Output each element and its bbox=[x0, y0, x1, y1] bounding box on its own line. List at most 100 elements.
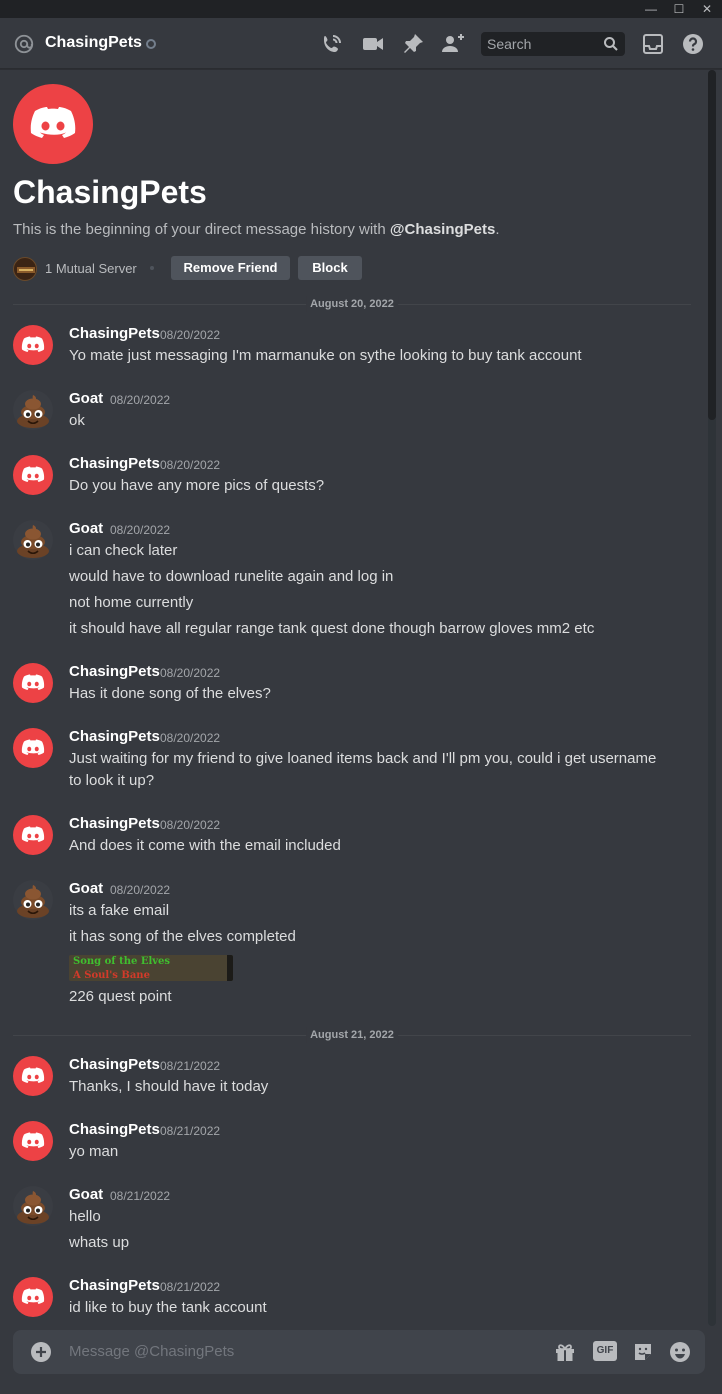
search-placeholder: Search bbox=[487, 36, 532, 52]
message-author[interactable]: Goat bbox=[69, 1184, 103, 1206]
message-text: i can check later bbox=[69, 542, 178, 559]
message-timestamp: 08/20/2022 bbox=[110, 523, 171, 537]
inbox-icon[interactable] bbox=[641, 32, 665, 56]
attachment-text: Song of the Elves bbox=[73, 956, 171, 967]
avatar[interactable] bbox=[13, 815, 53, 855]
message-author[interactable]: ChasingPets bbox=[69, 1275, 160, 1297]
message-timestamp: 08/20/2022 bbox=[160, 818, 221, 832]
message-timestamp: 08/20/2022 bbox=[160, 458, 221, 472]
discord-logo-icon bbox=[21, 826, 45, 842]
avatar[interactable] bbox=[13, 1277, 53, 1317]
message-author[interactable]: Goat bbox=[69, 388, 103, 410]
poop-emoji-icon bbox=[17, 1191, 49, 1224]
message-timestamp: 08/20/2022 bbox=[110, 883, 171, 897]
at-icon bbox=[14, 34, 34, 54]
message-text: not home currently bbox=[69, 594, 194, 611]
emoji-icon[interactable] bbox=[668, 1340, 692, 1364]
message-text: id like to buy the tank account bbox=[69, 1299, 267, 1316]
message-text: 226 quest point bbox=[69, 988, 172, 1005]
message-text: Thanks, I should have it today bbox=[69, 1078, 269, 1095]
pin-icon[interactable] bbox=[401, 32, 425, 56]
discord-logo-icon bbox=[21, 1132, 45, 1148]
close-window-button[interactable]: ✕ bbox=[693, 0, 721, 18]
sticker-icon[interactable] bbox=[631, 1340, 655, 1364]
discord-logo-icon bbox=[21, 739, 45, 755]
add-friend-icon[interactable] bbox=[441, 32, 465, 56]
message-text: to look it up? bbox=[69, 772, 155, 789]
discord-logo-icon bbox=[21, 1288, 45, 1304]
voice-call-icon[interactable] bbox=[320, 32, 344, 56]
discord-logo-icon bbox=[21, 674, 45, 690]
message-timestamp: 08/21/2022 bbox=[110, 1189, 171, 1203]
poop-emoji-icon bbox=[17, 395, 49, 428]
message-text: whats up bbox=[69, 1234, 130, 1251]
avatar[interactable] bbox=[13, 1056, 53, 1096]
avatar[interactable] bbox=[13, 880, 53, 920]
message-author[interactable]: Goat bbox=[69, 878, 103, 900]
gift-icon[interactable] bbox=[553, 1340, 577, 1364]
maximize-button[interactable]: ☐ bbox=[665, 0, 693, 18]
recipient-avatar-large bbox=[13, 84, 93, 164]
discord-logo-icon bbox=[21, 336, 45, 352]
message-author[interactable]: ChasingPets bbox=[69, 813, 160, 835]
intro-title: ChasingPets bbox=[13, 174, 207, 210]
dm-recipient-name: ChasingPets bbox=[45, 34, 142, 51]
message-text: would have to download runelite again an… bbox=[69, 568, 394, 585]
avatar[interactable] bbox=[13, 1121, 53, 1161]
message-author[interactable]: ChasingPets bbox=[69, 1119, 160, 1141]
date-divider: August 21, 2022 bbox=[13, 1027, 691, 1043]
message-text: hello bbox=[69, 1208, 101, 1225]
message-timestamp: 08/21/2022 bbox=[160, 1059, 221, 1073]
message-author[interactable]: Goat bbox=[69, 518, 103, 540]
date-divider-label: August 21, 2022 bbox=[306, 1027, 398, 1043]
block-button[interactable]: Block bbox=[298, 256, 362, 280]
help-icon[interactable] bbox=[681, 32, 705, 56]
avatar[interactable] bbox=[13, 455, 53, 495]
search-box[interactable]: Search bbox=[481, 32, 625, 56]
avatar[interactable] bbox=[13, 390, 53, 430]
message-timestamp: 08/20/2022 bbox=[160, 666, 221, 680]
message-timestamp: 08/21/2022 bbox=[160, 1280, 221, 1294]
intro-mention: @ChasingPets bbox=[389, 221, 496, 238]
message-author[interactable]: ChasingPets bbox=[69, 323, 160, 345]
window-titlebar: — ☐ ✕ bbox=[0, 0, 722, 18]
discord-logo-icon bbox=[21, 1067, 45, 1083]
message-timestamp: 08/20/2022 bbox=[160, 328, 221, 342]
scrollbar-thumb[interactable] bbox=[708, 70, 716, 420]
message-author[interactable]: ChasingPets bbox=[69, 661, 160, 683]
message-timestamp: 08/21/2022 bbox=[160, 1124, 221, 1138]
mutual-server-icon[interactable] bbox=[13, 257, 37, 281]
discord-logo-icon bbox=[30, 107, 76, 138]
message-text: Yo mate just messaging I'm marmanuke on … bbox=[69, 347, 582, 364]
message-composer[interactable]: Message @ChasingPets GIF bbox=[13, 1330, 705, 1374]
message-author[interactable]: ChasingPets bbox=[69, 453, 160, 475]
avatar[interactable] bbox=[13, 663, 53, 703]
avatar[interactable] bbox=[13, 728, 53, 768]
poop-emoji-icon bbox=[17, 885, 49, 918]
remove-friend-button[interactable]: Remove Friend bbox=[171, 256, 290, 280]
search-icon bbox=[604, 37, 618, 51]
minimize-button[interactable]: — bbox=[637, 0, 665, 18]
channel-header: ChasingPets Search bbox=[0, 18, 722, 69]
avatar[interactable] bbox=[13, 1186, 53, 1226]
avatar[interactable] bbox=[13, 325, 53, 365]
discord-logo-icon bbox=[21, 466, 45, 482]
attachment-text: A Soul's Bane bbox=[73, 970, 150, 981]
message-text: yo man bbox=[69, 1143, 119, 1160]
message-timestamp: 08/20/2022 bbox=[110, 393, 171, 407]
gif-icon[interactable]: GIF bbox=[593, 1341, 617, 1361]
video-call-icon[interactable] bbox=[361, 32, 385, 56]
add-attachment-icon[interactable] bbox=[31, 1342, 51, 1362]
intro-description: This is the beginning of your direct mes… bbox=[13, 221, 500, 238]
avatar[interactable] bbox=[13, 520, 53, 560]
message-timestamp: 08/20/2022 bbox=[160, 731, 221, 745]
message-text: Has it done song of the elves? bbox=[69, 685, 271, 702]
mutual-servers-label[interactable]: 1 Mutual Server bbox=[45, 260, 137, 278]
message-text: it should have all regular range tank qu… bbox=[69, 620, 595, 637]
image-attachment[interactable]: Song of the Elves A Soul's Bane bbox=[69, 955, 233, 981]
message-text: Do you have any more pics of quests? bbox=[69, 477, 325, 494]
message-author[interactable]: ChasingPets bbox=[69, 1054, 160, 1076]
message-author[interactable]: ChasingPets bbox=[69, 726, 160, 748]
message-text: ok bbox=[69, 412, 85, 429]
message-input[interactable]: Message @ChasingPets bbox=[69, 1342, 234, 1362]
